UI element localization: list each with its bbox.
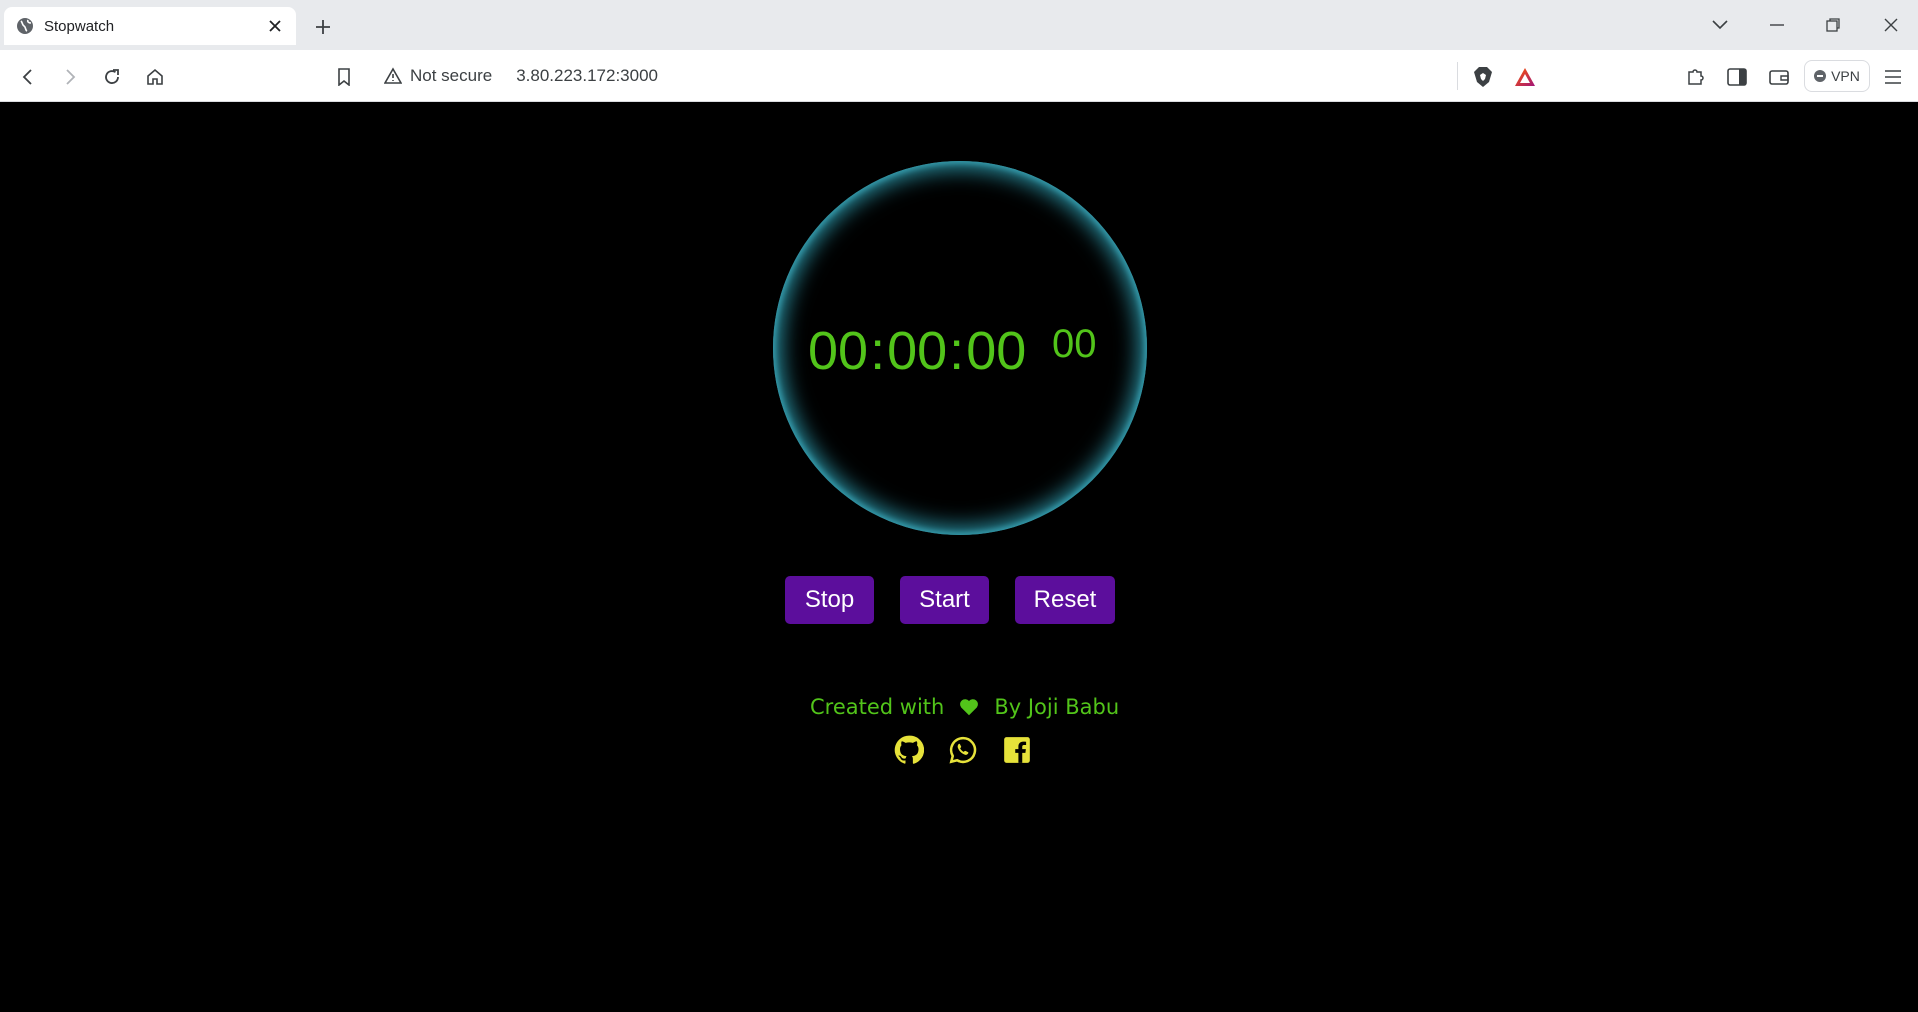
minutes-value: 00 xyxy=(887,321,948,381)
heart-icon xyxy=(958,696,980,718)
omnibox-divider xyxy=(1457,62,1458,90)
browser-tab[interactable]: Stopwatch xyxy=(4,7,296,45)
warning-icon[interactable] xyxy=(384,67,402,85)
brave-rewards-icon[interactable] xyxy=(1510,62,1540,92)
time-separator: : xyxy=(949,321,965,381)
reset-button[interactable]: Reset xyxy=(1015,576,1115,624)
security-label[interactable]: Not secure xyxy=(410,66,492,86)
back-icon[interactable] xyxy=(13,62,43,92)
facebook-icon[interactable] xyxy=(1001,734,1033,766)
close-tab-icon[interactable] xyxy=(266,17,284,35)
tab-search-chevron-icon[interactable] xyxy=(1703,10,1737,40)
extensions-icon[interactable] xyxy=(1681,62,1711,92)
tab-title: Stopwatch xyxy=(44,17,115,35)
restore-icon[interactable] xyxy=(1816,10,1850,40)
created-with-label: Created with xyxy=(810,695,945,719)
close-window-icon[interactable] xyxy=(1874,10,1908,40)
start-button[interactable]: Start xyxy=(900,576,989,624)
address-bar[interactable]: Not secure 3.80.223.172:3000 xyxy=(372,58,1546,94)
milliseconds-value: 00 xyxy=(1052,322,1097,366)
wallet-icon[interactable] xyxy=(1764,62,1794,92)
seconds-value: 00 xyxy=(966,321,1027,381)
sidebar-icon[interactable] xyxy=(1722,62,1752,92)
forward-icon[interactable] xyxy=(55,62,85,92)
minimize-icon[interactable] xyxy=(1760,10,1794,40)
bookmark-icon[interactable] xyxy=(329,62,359,92)
vpn-status-icon xyxy=(1814,70,1827,82)
author-label: By Joji Babu xyxy=(994,695,1120,719)
browser-tab-bar: Stopwatch xyxy=(0,0,1918,50)
stop-button[interactable]: Stop xyxy=(785,576,874,624)
home-icon[interactable] xyxy=(140,62,170,92)
github-icon[interactable] xyxy=(893,734,925,766)
globe-icon xyxy=(16,17,34,35)
footer-credit: Created with By Joji Babu xyxy=(810,692,1119,722)
reload-icon[interactable] xyxy=(97,62,127,92)
browser-toolbar: Not secure 3.80.223.172:3000 VPN xyxy=(0,50,1918,102)
time-display: 00:00:00 xyxy=(808,320,1026,382)
new-tab-icon[interactable] xyxy=(310,14,336,40)
time-separator: : xyxy=(870,321,886,381)
menu-icon[interactable] xyxy=(1878,62,1908,92)
url-text[interactable]: 3.80.223.172:3000 xyxy=(516,66,658,86)
social-links xyxy=(893,734,1033,766)
whatsapp-icon[interactable] xyxy=(947,734,979,766)
hours-value: 00 xyxy=(808,321,869,381)
brave-shield-icon[interactable] xyxy=(1468,62,1498,92)
stopwatch-page: 00:00:00 00 Stop Start Reset Created wit… xyxy=(0,102,1918,1012)
vpn-button[interactable]: VPN xyxy=(1804,60,1870,92)
vpn-label: VPN xyxy=(1831,68,1860,84)
